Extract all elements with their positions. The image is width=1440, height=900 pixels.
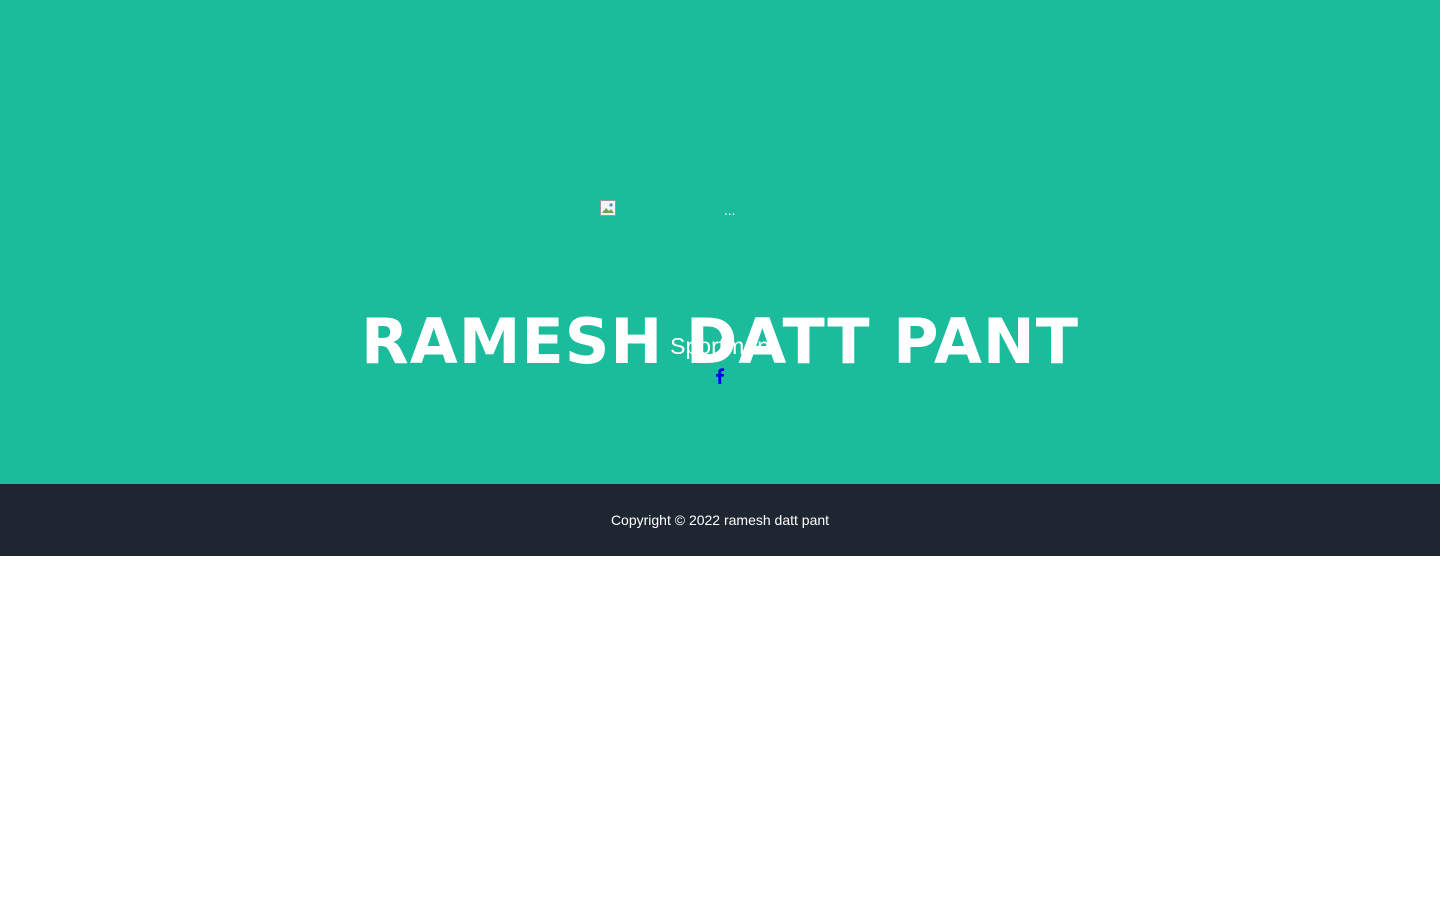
copyright-text: Copyright © 2022 ramesh datt pant <box>610 512 830 528</box>
profile-image: ... <box>600 200 856 224</box>
profile-image-alt-text: ... <box>724 204 736 218</box>
hero-section: ... RAMESH DATT PANT Sportman <box>0 0 1440 484</box>
footer: Copyright © 2022 ramesh datt pant <box>0 484 1440 556</box>
facebook-icon <box>716 368 725 384</box>
facebook-link[interactable] <box>710 366 730 386</box>
broken-image-icon <box>600 200 616 216</box>
profile-title: Sportman <box>670 333 770 359</box>
